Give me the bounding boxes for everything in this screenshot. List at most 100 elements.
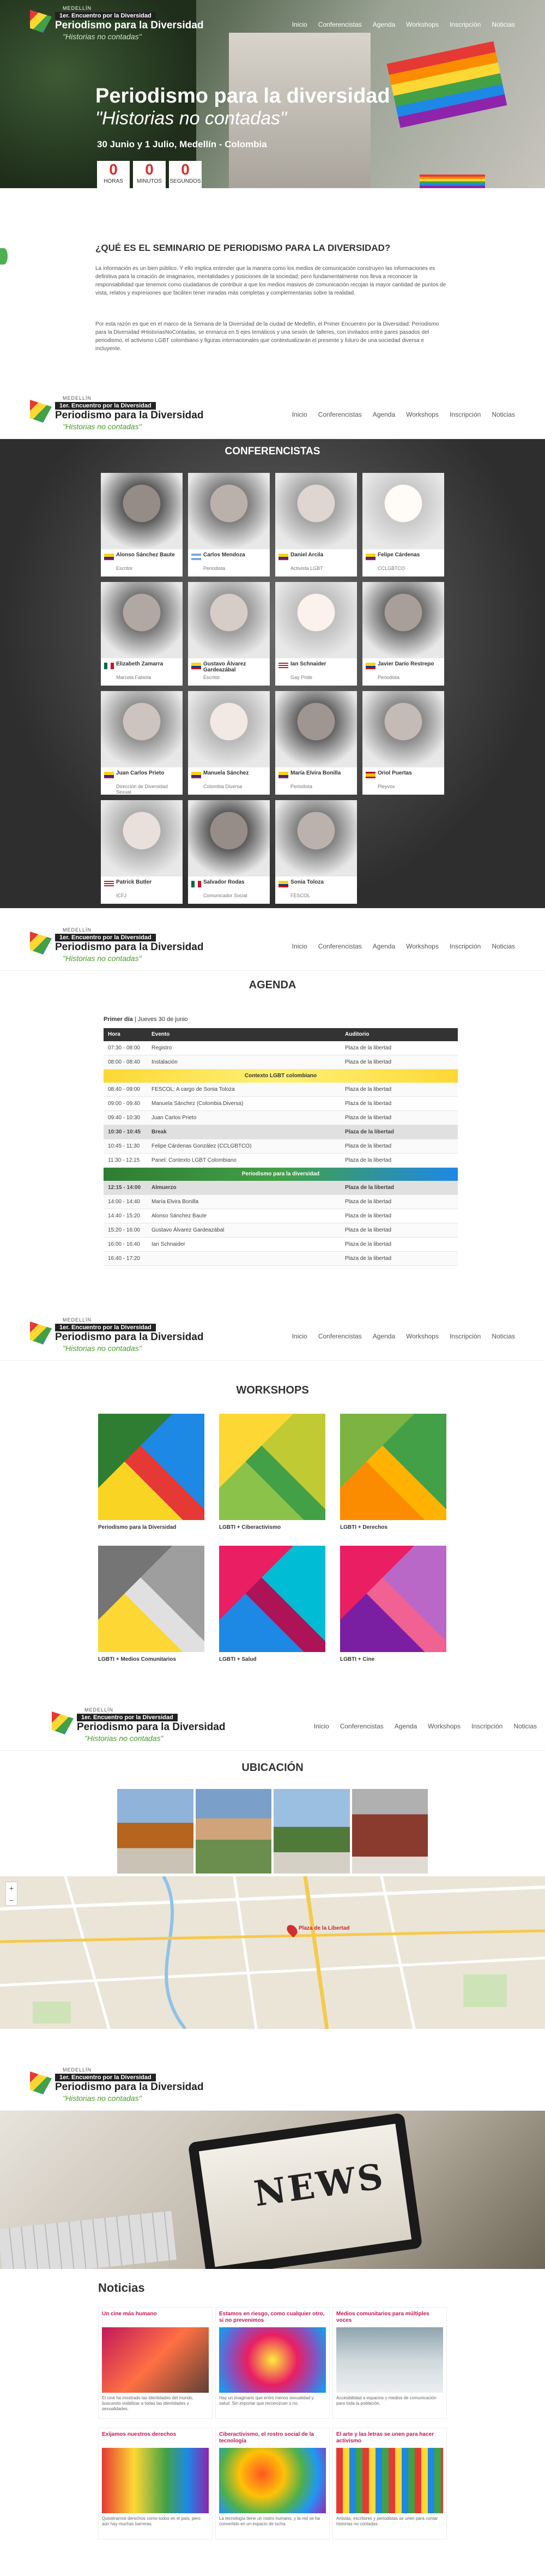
location-section: UBICACIÓN Plaza de la Libertad + −	[0, 1754, 545, 2032]
map-zoom-controls[interactable]: + −	[5, 1882, 17, 1906]
nav-inicio[interactable]: Inicio	[292, 21, 307, 28]
speaker-name: Felipe Cárdenas	[378, 552, 420, 558]
nav-inicio[interactable]: Inicio	[292, 411, 307, 418]
nav-inscripcion[interactable]: Inscripción	[450, 1332, 481, 1340]
news-card[interactable]: Medios comunitarios para múltiples voces…	[332, 2307, 447, 2419]
news-card[interactable]: Un cine más humano El cine ha mostrado l…	[98, 2307, 213, 2419]
speaker-name: Patrick Butler	[116, 879, 152, 885]
speaker-card[interactable]: Alonso Sánchez Baute Escritor	[101, 473, 183, 577]
news-card-image	[102, 2327, 209, 2393]
workshop-image	[340, 1546, 446, 1652]
workshop-card[interactable]: LGBTI + Ciberactivismo	[219, 1414, 325, 1530]
news-card-title[interactable]: Exijamos nuestros derechos	[102, 2431, 209, 2446]
logo-city: MEDELLÍN	[63, 395, 92, 401]
news-card-title[interactable]: Un cine más humano	[102, 2311, 209, 2325]
nav-agenda[interactable]: Agenda	[373, 942, 395, 950]
nav-conferencistas[interactable]: Conferencistas	[318, 21, 362, 28]
speaker-card[interactable]: Patrick Butler ICFJ	[101, 800, 183, 904]
agenda-time: 07:30 - 08:00	[108, 1045, 140, 1051]
nav-noticias[interactable]: Noticias	[492, 411, 515, 418]
site-logo[interactable]: MEDELLÍN 1er. Encuentro por la Diversida…	[30, 5, 215, 44]
news-card[interactable]: Exijamos nuestros derechos Quisiéramos d…	[98, 2428, 213, 2539]
site-logo[interactable]: MEDELLÍN 1er. Encuentro por la Diversida…	[52, 1707, 237, 1745]
workshops-title: WORKSHOPS	[236, 1384, 309, 1396]
nav-conferencistas[interactable]: Conferencistas	[318, 1332, 362, 1340]
nav-workshops[interactable]: Workshops	[428, 1722, 461, 1730]
news-card[interactable]: Estamos en riesgo, como cualquier otro, …	[215, 2307, 330, 2419]
workshop-card[interactable]: LGBTI + Cine	[340, 1546, 446, 1662]
nav-agenda[interactable]: Agenda	[373, 21, 395, 28]
logo-subtitle: "Historias no contadas"	[63, 2094, 142, 2103]
speaker-card[interactable]: Felipe Cárdenas CCLGBTCO	[362, 473, 444, 577]
nav-inscripcion[interactable]: Inscripción	[450, 942, 481, 950]
speaker-card[interactable]: Oriol Puertas Pleyvox	[362, 691, 444, 795]
site-logo[interactable]: MEDELLÍN 1er. Encuentro por la Diversida…	[30, 2067, 215, 2105]
agenda-event: FESCOL: A cargo de Sonia Toloza	[152, 1086, 235, 1092]
nav-agenda[interactable]: Agenda	[373, 411, 395, 418]
speaker-card[interactable]: Elizabeth Zamarra Marcela Fabiola	[101, 582, 183, 686]
workshop-card[interactable]: LGBTI + Salud	[219, 1546, 325, 1662]
speaker-card[interactable]: Javier Darío Restrepo Periodista	[362, 582, 444, 686]
speaker-card[interactable]: Juan Carlos Prieto Dirección de Diversid…	[101, 691, 183, 795]
nav-workshops[interactable]: Workshops	[406, 942, 439, 950]
nav-noticias[interactable]: Noticias	[513, 1722, 537, 1730]
location-photo	[274, 1789, 350, 1874]
hero-subtitle: "Historias no contadas"	[95, 108, 287, 129]
speaker-card[interactable]: Sonia Toloza FESCOL	[275, 800, 357, 904]
news-card[interactable]: El arte y las letras se unen para hacer …	[332, 2428, 447, 2539]
speaker-name: Oriol Puertas	[378, 770, 412, 776]
nav-inscripcion[interactable]: Inscripción	[450, 411, 481, 418]
workshops-grid: Periodismo para la Diversidad LGBTI + Ci…	[98, 1414, 447, 1662]
workshop-card[interactable]: Periodismo para la Diversidad	[98, 1414, 204, 1530]
agenda-row: 11:30 - 12:15 Panel: Contexto LGBT Colom…	[104, 1154, 458, 1168]
logo-subtitle: "Historias no contadas"	[63, 422, 142, 431]
nav-workshops[interactable]: Workshops	[406, 21, 439, 28]
speaker-card[interactable]: Salvador Rodas Comunicador Social	[188, 800, 270, 904]
agenda-event: Alonso Sánchez Baute	[152, 1213, 207, 1219]
nav-workshops[interactable]: Workshops	[406, 411, 439, 418]
site-logo[interactable]: MEDELLÍN 1er. Encuentro por la Diversida…	[30, 927, 215, 965]
nav-inicio[interactable]: Inicio	[292, 942, 307, 950]
news-card-title[interactable]: Ciberactivismo, el rostro social de la t…	[219, 2431, 326, 2446]
news-card-excerpt: Quisiéramos derechos como todos en el pa…	[102, 2516, 201, 2526]
nav-inscripcion[interactable]: Inscripción	[450, 21, 481, 28]
agenda-section-banner: Contexto LGBT colombiano	[104, 1070, 458, 1083]
site-logo[interactable]: MEDELLÍN 1er. Encuentro por la Diversida…	[30, 1317, 215, 1355]
nav-inicio[interactable]: Inicio	[314, 1722, 329, 1730]
site-logo[interactable]: MEDELLÍN 1er. Encuentro por la Diversida…	[30, 395, 215, 434]
speaker-card[interactable]: Carlos Mendoza Periodista	[188, 473, 270, 577]
speaker-card[interactable]: Daniel Arcila Activista LGBT	[275, 473, 357, 577]
news-card-title[interactable]: Estamos en riesgo, como cualquier otro, …	[219, 2311, 326, 2325]
nav-workshops[interactable]: Workshops	[406, 1332, 439, 1340]
agenda-time: 15:20 - 16:00	[108, 1227, 140, 1233]
speaker-role: Comunicador Social	[203, 893, 247, 898]
workshop-card[interactable]: LGBTI + Medios Comunitarios	[98, 1546, 204, 1662]
nav-agenda[interactable]: Agenda	[373, 1332, 395, 1340]
nav-inicio[interactable]: Inicio	[292, 1332, 307, 1340]
speaker-role: Escritor	[203, 675, 220, 680]
speaker-card[interactable]: María Elvira Bonilla Periodista	[275, 691, 357, 795]
nav-noticias[interactable]: Noticias	[492, 1332, 515, 1340]
agenda-header-time: Hora	[108, 1031, 120, 1037]
news-card[interactable]: Ciberactivismo, el rostro social de la t…	[215, 2428, 330, 2539]
nav-conferencistas[interactable]: Conferencistas	[340, 1722, 384, 1730]
nav-conferencistas[interactable]: Conferencistas	[318, 942, 362, 950]
agenda-room: Plaza de la libertad	[345, 1143, 392, 1149]
nav-agenda[interactable]: Agenda	[395, 1722, 417, 1730]
nav-noticias[interactable]: Noticias	[492, 21, 515, 28]
nav-conferencistas[interactable]: Conferencistas	[318, 411, 362, 418]
speaker-card[interactable]: Ian Schnaider Gay Pride	[275, 582, 357, 686]
workshop-image	[219, 1414, 325, 1520]
speaker-card[interactable]: Gustavo Álvarez Gardeazábal Escritor	[188, 582, 270, 686]
nav-noticias[interactable]: Noticias	[492, 942, 515, 950]
location-map[interactable]: Plaza de la Libertad + −	[0, 1876, 545, 2029]
workshop-card[interactable]: LGBTI + Derechos	[340, 1414, 446, 1530]
nav-inscripcion[interactable]: Inscripción	[471, 1722, 502, 1730]
workshop-label: LGBTI + Cine	[340, 1656, 375, 1662]
news-card-title[interactable]: El arte y las letras se unen para hacer …	[336, 2431, 443, 2446]
logo-title: Periodismo para la Diversidad	[55, 20, 204, 31]
news-card-title[interactable]: Medios comunitarios para múltiples voces	[336, 2311, 443, 2325]
logo-subtitle: "Historias no contadas"	[63, 954, 142, 963]
keyboard	[0, 2211, 177, 2269]
speaker-card[interactable]: Manuela Sánchez Colombia Diversa	[188, 691, 270, 795]
